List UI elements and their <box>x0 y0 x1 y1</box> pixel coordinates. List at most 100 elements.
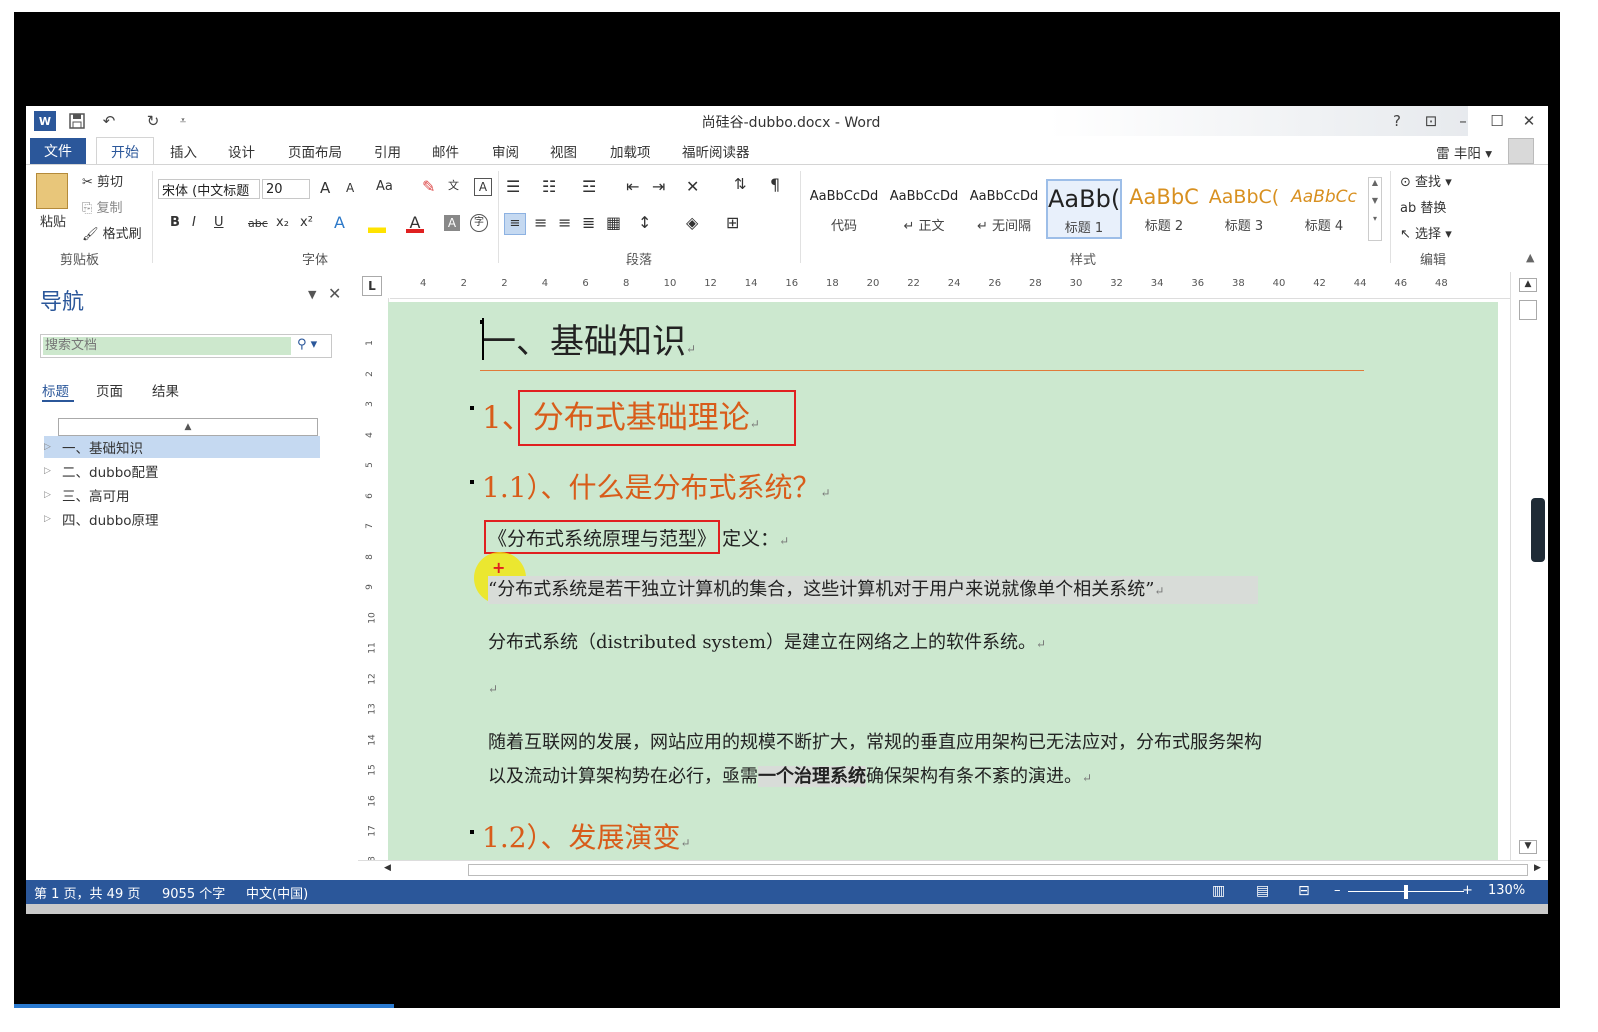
scroll-thumb[interactable] <box>468 864 1528 876</box>
nav-heading-item[interactable]: ▷ 四、dubbo原理 <box>44 508 320 530</box>
line-spacing-icon[interactable]: ↕ <box>638 213 651 232</box>
phonetic-guide-icon[interactable]: 文 <box>448 177 459 193</box>
language-indicator[interactable]: 中文(中国) <box>246 883 308 902</box>
nav-heading-item[interactable]: ▷ 二、dubbo配置 <box>44 460 320 482</box>
maximize-button[interactable]: ☐ <box>1482 110 1512 132</box>
bullets-icon[interactable]: ☰ <box>506 177 520 196</box>
character-shading-icon[interactable]: A <box>444 215 460 231</box>
zoom-out-button[interactable]: – <box>1334 883 1341 898</box>
word-app-icon[interactable]: W <box>34 111 56 131</box>
replace-button[interactable]: ab 替换 <box>1400 197 1446 216</box>
align-left-icon[interactable]: ≡ <box>504 213 526 235</box>
tab-view[interactable]: 视图 <box>550 141 577 161</box>
word-count[interactable]: 9055 个字 <box>162 883 225 902</box>
avatar[interactable] <box>1508 138 1534 164</box>
format-painter-button[interactable]: 🖌 格式刷 <box>82 223 142 242</box>
body-paragraph[interactable]: 随着互联网的发展，网站应用的规模不断扩大，常规的垂直应用架构已无法应对，分布式服… <box>488 728 1262 754</box>
grow-font-button[interactable]: A <box>320 179 330 197</box>
style-heading-3[interactable]: AaBbC( 标题 3 <box>1206 179 1282 239</box>
font-size-dropdown[interactable]: 20 <box>262 179 310 199</box>
borders-icon[interactable]: ⊞ <box>726 213 739 232</box>
expand-icon[interactable]: ▷ <box>44 466 62 476</box>
zoom-level[interactable]: 130% <box>1488 883 1525 898</box>
style-normal[interactable]: AaBbCcDd ↵ 正文 <box>886 179 962 239</box>
paste-icon[interactable] <box>36 173 68 209</box>
video-progress-bar[interactable] <box>14 1004 394 1008</box>
minimize-button[interactable]: – <box>1448 110 1478 132</box>
highlight-icon[interactable] <box>368 215 386 233</box>
align-center-icon[interactable]: ≡ <box>534 213 547 232</box>
side-handle[interactable] <box>1531 498 1545 562</box>
cut-button[interactable]: ✂ 剪切 <box>82 171 123 190</box>
print-layout-icon[interactable]: ▤ <box>1256 883 1269 899</box>
distributed-icon[interactable]: ▦ <box>606 213 621 232</box>
save-icon[interactable] <box>66 111 88 131</box>
nav-heading-item[interactable]: ▷ 三、高可用 <box>44 484 320 506</box>
tab-insert[interactable]: 插入 <box>170 141 197 161</box>
tab-mailings[interactable]: 邮件 <box>432 141 459 161</box>
tab-addins[interactable]: 加载项 <box>610 141 651 161</box>
numbering-icon[interactable]: ☷ <box>542 177 556 196</box>
vertical-ruler[interactable]: 123456789101112131415161718 <box>358 298 389 867</box>
scroll-right-button[interactable]: ▶ <box>1534 863 1541 873</box>
style-no-spacing[interactable]: AaBbCcDd ↵ 无间隔 <box>966 179 1042 239</box>
copy-button[interactable]: ⎘ 复制 <box>82 197 123 216</box>
zoom-slider-thumb[interactable] <box>1404 885 1408 899</box>
close-icon[interactable]: ✕ <box>328 284 341 303</box>
underline-button[interactable]: U <box>214 215 224 230</box>
redo-icon[interactable]: ↻ <box>142 111 164 131</box>
multilevel-list-icon[interactable]: ☲ <box>582 177 596 196</box>
increase-indent-icon[interactable]: ⇥ <box>652 177 665 196</box>
character-border-icon[interactable]: A <box>474 178 492 196</box>
search-input[interactable]: 搜索文档 <box>43 337 291 355</box>
decrease-indent-icon[interactable]: ⇤ <box>626 177 639 196</box>
nav-tab-results[interactable]: 结果 <box>152 380 179 400</box>
tab-review[interactable]: 审阅 <box>492 141 519 161</box>
page-count[interactable]: 第 1 页，共 49 页 <box>34 883 140 902</box>
nav-search-box[interactable]: 搜索文档 ⚲ ▾ <box>40 334 332 358</box>
expand-icon[interactable]: ▷ <box>44 490 62 500</box>
search-icon[interactable]: ⚲ ▾ <box>297 337 317 352</box>
chinese-layout-icon[interactable]: ✕ <box>686 177 699 196</box>
close-button[interactable]: ✕ <box>1514 110 1544 132</box>
shading-icon[interactable]: ◈ <box>686 213 698 232</box>
expand-icon[interactable]: ▷ <box>44 442 62 452</box>
style-heading-1[interactable]: AaBb( 标题 1 <box>1046 179 1122 239</box>
tab-selector[interactable]: L <box>362 276 382 296</box>
quote-paragraph[interactable]: “分布式系统是若干独立计算机的集合，这些计算机对于用户来说就像单个相关系统”↵ <box>488 576 1258 604</box>
web-layout-icon[interactable]: ⊟ <box>1298 883 1310 899</box>
collapse-ribbon-icon[interactable]: ▲ <box>1526 251 1534 264</box>
shrink-font-button[interactable]: A <box>346 181 354 195</box>
clear-format-icon[interactable]: ✎ <box>422 177 435 196</box>
read-mode-icon[interactable]: ▥ <box>1212 883 1225 899</box>
nav-tab-pages[interactable]: 页面 <box>96 380 123 400</box>
select-button[interactable]: ↖ 选择 ▾ <box>1400 223 1452 242</box>
customize-icon[interactable]: ⩡ <box>172 111 194 131</box>
italic-button[interactable]: I <box>192 215 196 230</box>
nav-scroll-up-button[interactable]: ▲ <box>58 418 318 436</box>
heading-3[interactable]: 1.2）、发展演变↵ <box>482 816 691 856</box>
empty-paragraph-mark[interactable]: ↵ <box>488 682 498 696</box>
body-paragraph-continued[interactable]: 以及流动计算架构势在必行，亟需一个治理系统确保架构有条不紊的演进。↵ <box>488 762 1092 788</box>
paste-button[interactable]: 粘贴 <box>40 211 66 230</box>
horizontal-ruler[interactable]: 4 2 2 4 6 8 10 12 14 16 18 20 22 24 26 28 30 32 34 36 38 40 42… <box>390 272 1510 299</box>
style-heading-4[interactable]: AaBbCc 标题 4 <box>1286 179 1362 239</box>
styles-scroll-arrows[interactable]: ▲ ▼ ▾ <box>1368 177 1382 241</box>
sort-icon[interactable]: ⇅ <box>734 175 747 193</box>
scroll-down-button[interactable]: ▼ <box>1519 840 1537 854</box>
show-marks-icon[interactable]: ¶ <box>770 175 780 194</box>
bold-button[interactable]: B <box>170 215 180 230</box>
align-right-icon[interactable]: ≡ <box>558 213 571 232</box>
heading-3[interactable]: 1.1）、什么是分布式系统？↵ <box>482 466 831 506</box>
justify-icon[interactable]: ≣ <box>582 213 595 232</box>
superscript-button[interactable]: x² <box>300 215 313 230</box>
font-name-dropdown[interactable]: 宋体 (中文标题 <box>158 179 260 199</box>
tab-layout[interactable]: 页面布局 <box>288 141 342 161</box>
subscript-button[interactable]: x₂ <box>276 215 289 230</box>
horizontal-scrollbar[interactable]: ◀ ▶ <box>358 860 1548 879</box>
nav-options-icon[interactable]: ▼ <box>308 288 316 301</box>
tab-design[interactable]: 设计 <box>228 141 255 161</box>
scroll-thumb[interactable] <box>1519 300 1537 320</box>
heading-1[interactable]: 一、基础知识↵ <box>482 314 696 363</box>
nav-heading-item[interactable]: ▷ 一、基础知识 <box>44 436 320 458</box>
